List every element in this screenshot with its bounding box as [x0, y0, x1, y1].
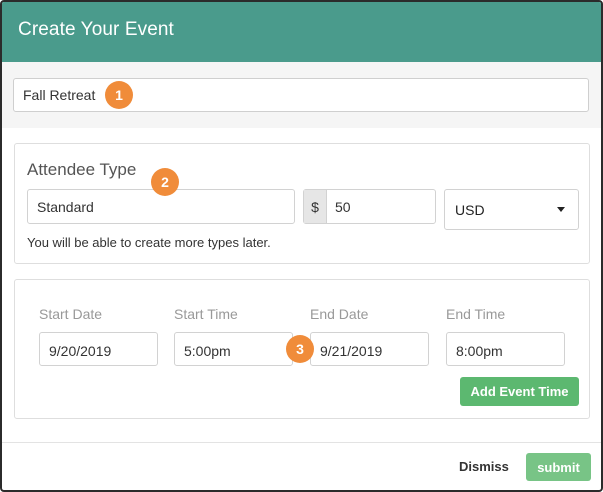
price-input[interactable]: 50	[327, 190, 359, 223]
footer-divider	[2, 442, 601, 443]
event-time-panel: Start Date Start Time End Date End Time …	[14, 279, 590, 419]
currency-select[interactable]: USD	[444, 189, 579, 230]
event-name-section: Fall Retreat 1	[2, 62, 601, 128]
attendee-help-text: You will be able to create more types la…	[27, 235, 271, 250]
caret-down-icon	[557, 207, 565, 212]
submit-button[interactable]: submit	[526, 453, 591, 481]
dismiss-button[interactable]: Dismiss	[459, 459, 509, 474]
currency-symbol-addon: $	[304, 190, 327, 223]
attendee-type-heading: Attendee Type	[27, 160, 137, 179]
end-date-label: End Date	[310, 306, 369, 322]
modal-header: Create Your Event	[2, 2, 601, 62]
price-input-group: $ 50	[303, 189, 436, 224]
add-event-time-button[interactable]: Add Event Time	[460, 377, 579, 406]
start-time-label: Start Time	[174, 306, 238, 322]
currency-select-value: USD	[455, 202, 485, 218]
end-time-label: End Time	[446, 306, 506, 322]
create-event-modal: Create Your Event Fall Retreat 1 Attende…	[0, 0, 603, 492]
step-badge-2: 2	[151, 168, 179, 196]
step-badge-3: 3	[286, 335, 314, 363]
start-date-input[interactable]: 9/20/2019	[39, 332, 158, 366]
step-badge-1: 1	[105, 81, 133, 109]
modal-title: Create Your Event	[18, 19, 174, 40]
end-time-input[interactable]: 8:00pm	[446, 332, 565, 366]
attendee-type-panel: Attendee Type Standard $ 50 USD You will…	[14, 143, 590, 264]
event-name-input[interactable]: Fall Retreat	[13, 78, 589, 112]
start-time-input[interactable]: 5:00pm	[174, 332, 293, 366]
end-date-input[interactable]: 9/21/2019	[310, 332, 429, 366]
start-date-label: Start Date	[39, 306, 103, 322]
